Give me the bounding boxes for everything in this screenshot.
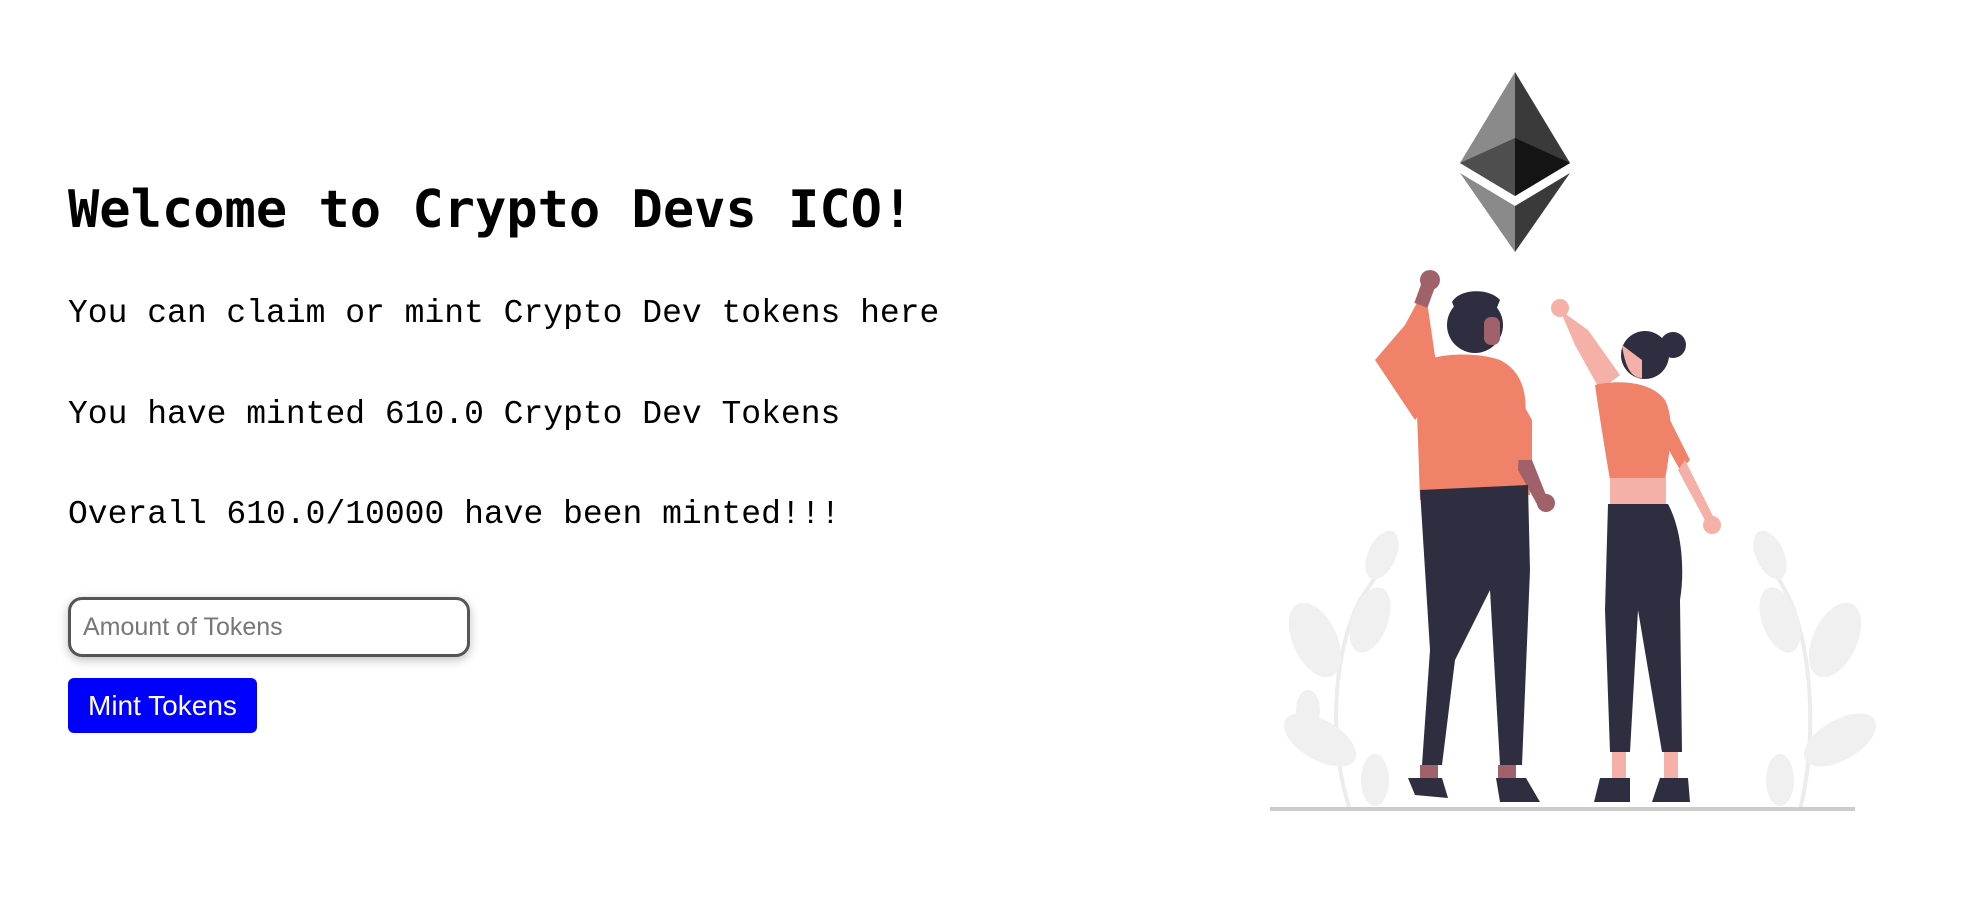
left-leaf-decoration bbox=[1283, 530, 1399, 811]
page: Welcome to Crypto Devs ICO! You can clai… bbox=[0, 0, 1966, 906]
overall-minted-text: Overall 610.0/10000 have been minted!!! bbox=[68, 496, 841, 533]
man-figure bbox=[1375, 270, 1555, 802]
ethereum-logo-icon bbox=[1460, 72, 1570, 252]
ethereum-celebration-illustration bbox=[1270, 72, 1877, 811]
main-content: Welcome to Crypto Devs ICO! You can clai… bbox=[68, 180, 1168, 733]
mint-tokens-button[interactable]: Mint Tokens bbox=[68, 678, 257, 733]
amount-of-tokens-input[interactable] bbox=[68, 597, 470, 657]
page-title: Welcome to Crypto Devs ICO! bbox=[68, 180, 914, 240]
woman-figure bbox=[1551, 299, 1721, 802]
minted-tokens-text: You have minted 610.0 Crypto Dev Tokens bbox=[68, 396, 841, 433]
right-leaf-decoration bbox=[1753, 530, 1877, 811]
description-text: You can claim or mint Crypto Dev tokens … bbox=[68, 295, 940, 332]
